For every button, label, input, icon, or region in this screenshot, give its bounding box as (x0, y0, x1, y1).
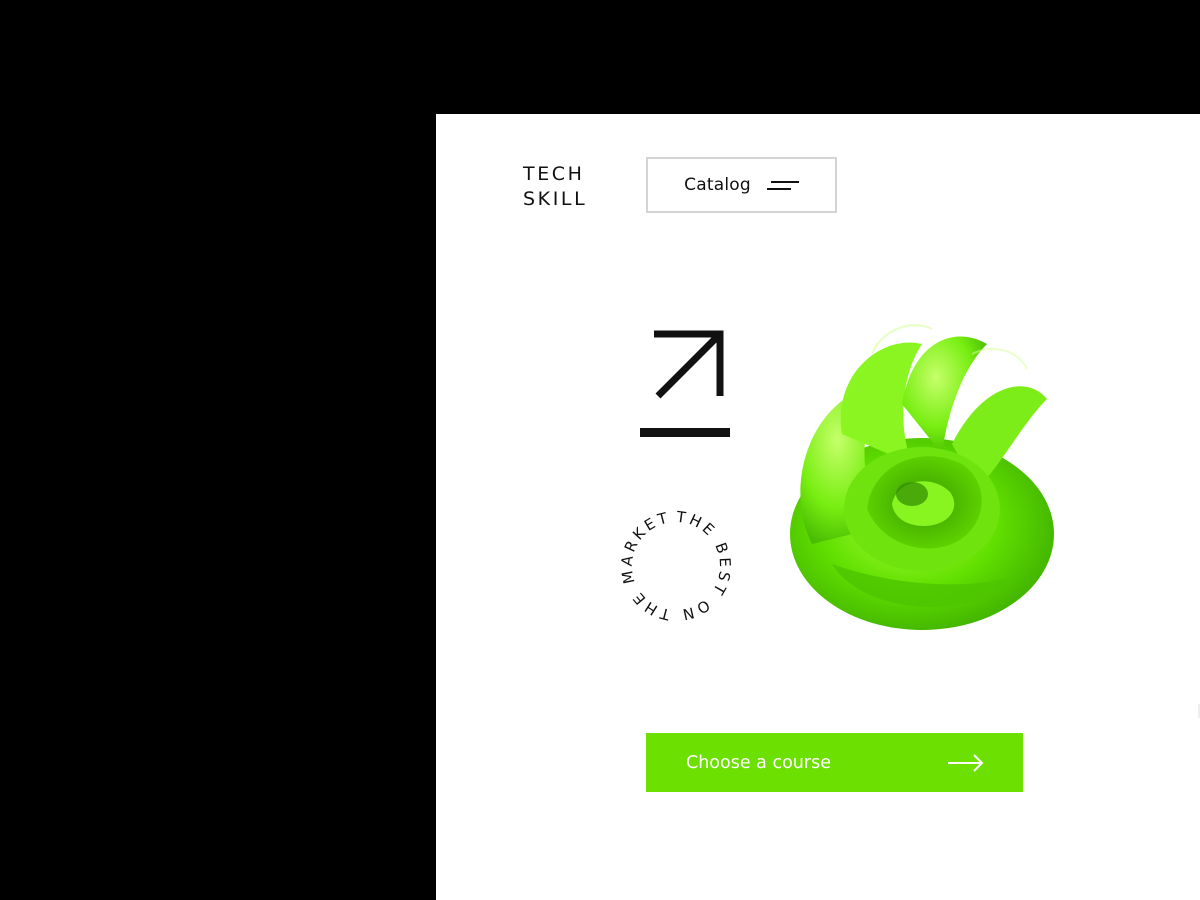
arrow-right-icon (948, 753, 984, 772)
brand-logo-line2: SKILL (523, 188, 588, 210)
best-on-market-badge: THE BEST ON THE MARKET (618, 508, 735, 624)
badge-text: THE BEST ON THE MARKET (618, 508, 735, 624)
arrow-up-right-icon (640, 330, 730, 437)
catalog-button[interactable]: Catalog (646, 157, 837, 213)
catalog-button-label: Catalog (684, 175, 751, 195)
page-background: TECH SKILL Catalog THE BEST ON THE MARKE… (0, 0, 1200, 900)
hamburger-menu-icon (766, 179, 799, 191)
brand-logo-line1: TECH (523, 163, 585, 185)
choose-course-button[interactable]: Choose a course (646, 733, 1023, 792)
choose-course-label: Choose a course (686, 752, 831, 773)
landing-panel: TECH SKILL Catalog THE BEST ON THE MARKE… (436, 114, 1200, 900)
brand-logo[interactable]: TECH SKILL (523, 162, 587, 212)
green-3d-swirl-image (790, 324, 1054, 630)
badge-text-path: THE BEST ON THE MARKET (618, 508, 732, 624)
